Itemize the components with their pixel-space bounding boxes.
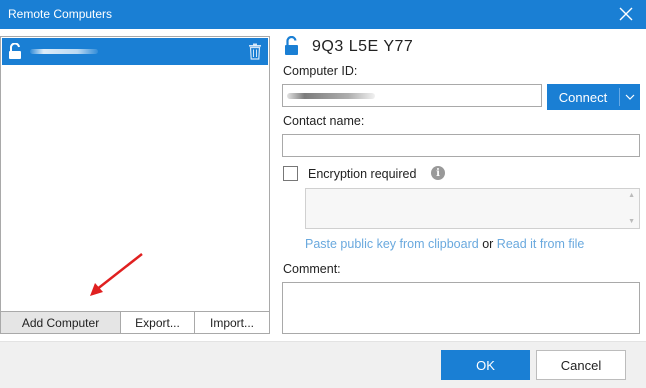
window-title: Remote Computers	[8, 7, 113, 21]
redacted-computer-id	[287, 93, 375, 99]
paste-public-key-link[interactable]: Paste public key from clipboard	[305, 237, 479, 251]
redacted-computer-name	[30, 49, 98, 54]
computer-id-label: Computer ID:	[283, 64, 358, 78]
comment-label: Comment:	[283, 262, 341, 276]
scroll-up-icon: ▲	[628, 192, 635, 199]
or-text: or	[482, 237, 494, 251]
connect-label: Connect	[558, 89, 608, 105]
public-key-field: ▲ ▼	[305, 188, 640, 229]
contact-name-label: Contact name:	[283, 114, 365, 128]
add-computer-button[interactable]: Add Computer	[0, 311, 121, 334]
close-icon[interactable]	[618, 6, 634, 22]
list-button-row: Add Computer Export... Import...	[0, 311, 270, 334]
read-from-file-link[interactable]: Read it from file	[497, 237, 585, 251]
title-bar: Remote Computers	[0, 0, 646, 29]
computer-id-header: 9Q3 L5E Y77	[312, 38, 414, 55]
computer-id-field[interactable]	[282, 84, 542, 107]
dialog-footer: OK Cancel	[0, 341, 646, 388]
chevron-down-icon[interactable]	[620, 84, 640, 110]
details-panel: 9Q3 L5E Y77 Computer ID: Connect Contact…	[282, 30, 642, 335]
connect-button[interactable]: Connect	[547, 84, 640, 110]
import-button[interactable]: Import...	[194, 311, 270, 334]
trash-icon[interactable]	[248, 43, 262, 60]
red-arrow-annotation	[90, 253, 143, 296]
unlocked-padlock-icon	[285, 36, 298, 55]
comment-field[interactable]	[282, 282, 640, 334]
public-key-links: Paste public key from clipboard or Read …	[305, 237, 584, 251]
ok-button[interactable]: OK	[441, 350, 530, 380]
scroll-down-icon: ▼	[628, 218, 635, 225]
list-item-computer[interactable]	[2, 38, 268, 65]
export-button[interactable]: Export...	[120, 311, 195, 334]
cancel-button[interactable]: Cancel	[536, 350, 626, 380]
encryption-label: Encryption required	[308, 167, 417, 181]
encryption-checkbox[interactable]	[283, 166, 298, 181]
contact-name-field[interactable]	[282, 134, 640, 157]
unlocked-padlock-icon	[9, 43, 21, 59]
info-icon[interactable]: i	[431, 166, 445, 180]
